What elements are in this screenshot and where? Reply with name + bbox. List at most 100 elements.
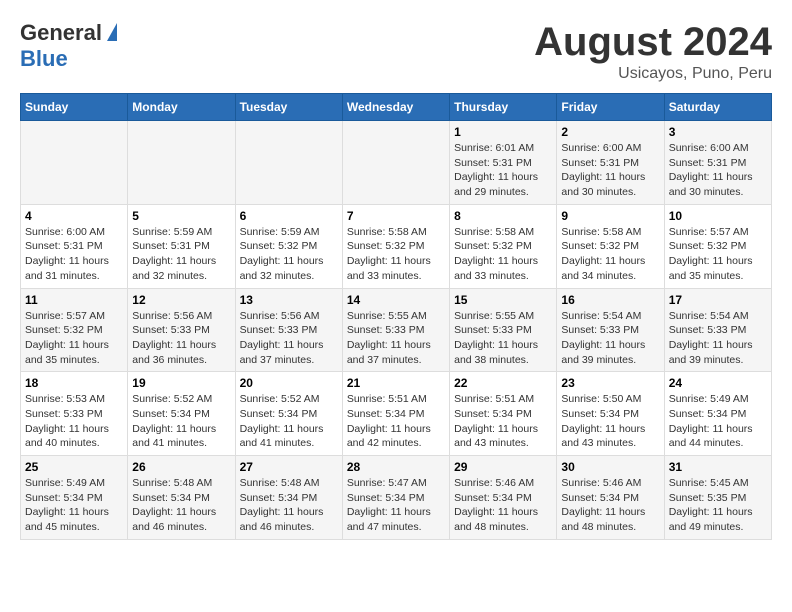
day-info: Sunrise: 5:57 AMSunset: 5:32 PMDaylight:… [669,225,767,284]
day-of-week-header: Thursday [450,94,557,121]
month-title: August 2024 [534,20,772,65]
day-number: 13 [240,293,338,307]
day-number: 22 [454,376,552,390]
calendar-cell: 1 Sunrise: 6:01 AMSunset: 5:31 PMDaylight… [450,121,557,205]
calendar-week-row: 1 Sunrise: 6:01 AMSunset: 5:31 PMDaylight… [21,121,772,205]
day-of-week-header: Wednesday [342,94,449,121]
day-number: 20 [240,376,338,390]
location-subtitle: Usicayos, Puno, Peru [534,65,772,83]
day-number: 7 [347,209,445,223]
day-number: 11 [25,293,123,307]
calendar-cell: 17 Sunrise: 5:54 AMSunset: 5:33 PMDayligh… [664,288,771,372]
day-info: Sunrise: 6:01 AMSunset: 5:31 PMDaylight:… [454,141,552,200]
day-info: Sunrise: 6:00 AMSunset: 5:31 PMDaylight:… [669,141,767,200]
day-info: Sunrise: 5:49 AMSunset: 5:34 PMDaylight:… [25,476,123,535]
day-number: 17 [669,293,767,307]
calendar-body: 1 Sunrise: 6:01 AMSunset: 5:31 PMDaylight… [21,121,772,540]
calendar-cell: 5Sunrise: 5:59 AMSunset: 5:31 PMDaylight… [128,204,235,288]
day-number: 31 [669,460,767,474]
day-number: 6 [240,209,338,223]
day-number: 18 [25,376,123,390]
day-number: 25 [25,460,123,474]
day-number: 28 [347,460,445,474]
day-number: 19 [132,376,230,390]
calendar-cell: 16Sunrise: 5:54 AMSunset: 5:33 PMDayligh… [557,288,664,372]
day-info: Sunrise: 5:58 AMSunset: 5:32 PMDaylight:… [347,225,445,284]
calendar-cell: 25 Sunrise: 5:49 AMSunset: 5:34 PMDayligh… [21,456,128,540]
calendar-cell [342,121,449,205]
day-info: Sunrise: 5:49 AMSunset: 5:34 PMDaylight:… [669,392,767,451]
calendar-cell: 22 Sunrise: 5:51 AMSunset: 5:34 PMDayligh… [450,372,557,456]
day-number: 27 [240,460,338,474]
logo: General Blue [20,20,117,72]
calendar-cell: 14Sunrise: 5:55 AMSunset: 5:33 PMDayligh… [342,288,449,372]
header-row: SundayMondayTuesdayWednesdayThursdayFrid… [21,94,772,121]
logo-triangle-icon [107,23,117,41]
calendar-cell: 29Sunrise: 5:46 AMSunset: 5:34 PMDayligh… [450,456,557,540]
day-number: 9 [561,209,659,223]
calendar-cell: 23 Sunrise: 5:50 AMSunset: 5:34 PMDayligh… [557,372,664,456]
day-number: 4 [25,209,123,223]
calendar-cell: 7 Sunrise: 5:58 AMSunset: 5:32 PMDaylight… [342,204,449,288]
day-number: 5 [132,209,230,223]
calendar-cell: 11 Sunrise: 5:57 AMSunset: 5:32 PMDayligh… [21,288,128,372]
day-info: Sunrise: 5:56 AMSunset: 5:33 PMDaylight:… [132,309,230,368]
calendar-cell: 15 Sunrise: 5:55 AMSunset: 5:33 PMDayligh… [450,288,557,372]
day-info: Sunrise: 5:58 AMSunset: 5:32 PMDaylight:… [561,225,659,284]
day-number: 10 [669,209,767,223]
day-number: 15 [454,293,552,307]
calendar-cell: 13Sunrise: 5:56 AMSunset: 5:33 PMDayligh… [235,288,342,372]
day-number: 29 [454,460,552,474]
calendar-cell [235,121,342,205]
calendar-cell: 30Sunrise: 5:46 AMSunset: 5:34 PMDayligh… [557,456,664,540]
calendar-cell: 8 Sunrise: 5:58 AMSunset: 5:32 PMDaylight… [450,204,557,288]
calendar-cell: 28 Sunrise: 5:47 AMSunset: 5:34 PMDayligh… [342,456,449,540]
day-info: Sunrise: 5:54 AMSunset: 5:33 PMDaylight:… [669,309,767,368]
day-of-week-header: Monday [128,94,235,121]
day-number: 23 [561,376,659,390]
calendar-cell: 18Sunrise: 5:53 AMSunset: 5:33 PMDayligh… [21,372,128,456]
logo-blue: Blue [20,46,68,72]
day-info: Sunrise: 6:00 AMSunset: 5:31 PMDaylight:… [561,141,659,200]
calendar-week-row: 4Sunrise: 6:00 AMSunset: 5:31 PMDaylight… [21,204,772,288]
day-number: 12 [132,293,230,307]
day-info: Sunrise: 5:50 AMSunset: 5:34 PMDaylight:… [561,392,659,451]
day-info: Sunrise: 5:58 AMSunset: 5:32 PMDaylight:… [454,225,552,284]
calendar-cell: 31Sunrise: 5:45 AMSunset: 5:35 PMDayligh… [664,456,771,540]
calendar-cell: 21 Sunrise: 5:51 AMSunset: 5:34 PMDayligh… [342,372,449,456]
calendar-cell: 3 Sunrise: 6:00 AMSunset: 5:31 PMDaylight… [664,121,771,205]
day-info: Sunrise: 5:47 AMSunset: 5:34 PMDaylight:… [347,476,445,535]
day-info: Sunrise: 5:51 AMSunset: 5:34 PMDaylight:… [454,392,552,451]
calendar-week-row: 25 Sunrise: 5:49 AMSunset: 5:34 PMDayligh… [21,456,772,540]
day-info: Sunrise: 5:46 AMSunset: 5:34 PMDaylight:… [561,476,659,535]
day-number: 3 [669,125,767,139]
day-number: 16 [561,293,659,307]
day-info: Sunrise: 5:51 AMSunset: 5:34 PMDaylight:… [347,392,445,451]
calendar-cell: 27 Sunrise: 5:48 AMSunset: 5:34 PMDayligh… [235,456,342,540]
day-info: Sunrise: 5:48 AMSunset: 5:34 PMDaylight:… [132,476,230,535]
day-number: 8 [454,209,552,223]
calendar-cell: 20 Sunrise: 5:52 AMSunset: 5:34 PMDayligh… [235,372,342,456]
calendar-cell: 24Sunrise: 5:49 AMSunset: 5:34 PMDayligh… [664,372,771,456]
day-info: Sunrise: 5:48 AMSunset: 5:34 PMDaylight:… [240,476,338,535]
title-section: August 2024 Usicayos, Puno, Peru [534,20,772,83]
calendar-cell [128,121,235,205]
calendar-week-row: 11 Sunrise: 5:57 AMSunset: 5:32 PMDayligh… [21,288,772,372]
day-of-week-header: Saturday [664,94,771,121]
calendar-cell: 10 Sunrise: 5:57 AMSunset: 5:32 PMDayligh… [664,204,771,288]
calendar-cell: 2Sunrise: 6:00 AMSunset: 5:31 PMDaylight… [557,121,664,205]
day-number: 21 [347,376,445,390]
day-of-week-header: Tuesday [235,94,342,121]
calendar-cell: 4Sunrise: 6:00 AMSunset: 5:31 PMDaylight… [21,204,128,288]
calendar-cell [21,121,128,205]
calendar-table: SundayMondayTuesdayWednesdayThursdayFrid… [20,93,772,540]
day-number: 1 [454,125,552,139]
calendar-week-row: 18Sunrise: 5:53 AMSunset: 5:33 PMDayligh… [21,372,772,456]
day-of-week-header: Sunday [21,94,128,121]
day-number: 14 [347,293,445,307]
page-header: General Blue August 2024 Usicayos, Puno,… [20,20,772,83]
day-info: Sunrise: 5:52 AMSunset: 5:34 PMDaylight:… [240,392,338,451]
day-info: Sunrise: 5:57 AMSunset: 5:32 PMDaylight:… [25,309,123,368]
day-info: Sunrise: 5:52 AMSunset: 5:34 PMDaylight:… [132,392,230,451]
day-info: Sunrise: 5:55 AMSunset: 5:33 PMDaylight:… [454,309,552,368]
